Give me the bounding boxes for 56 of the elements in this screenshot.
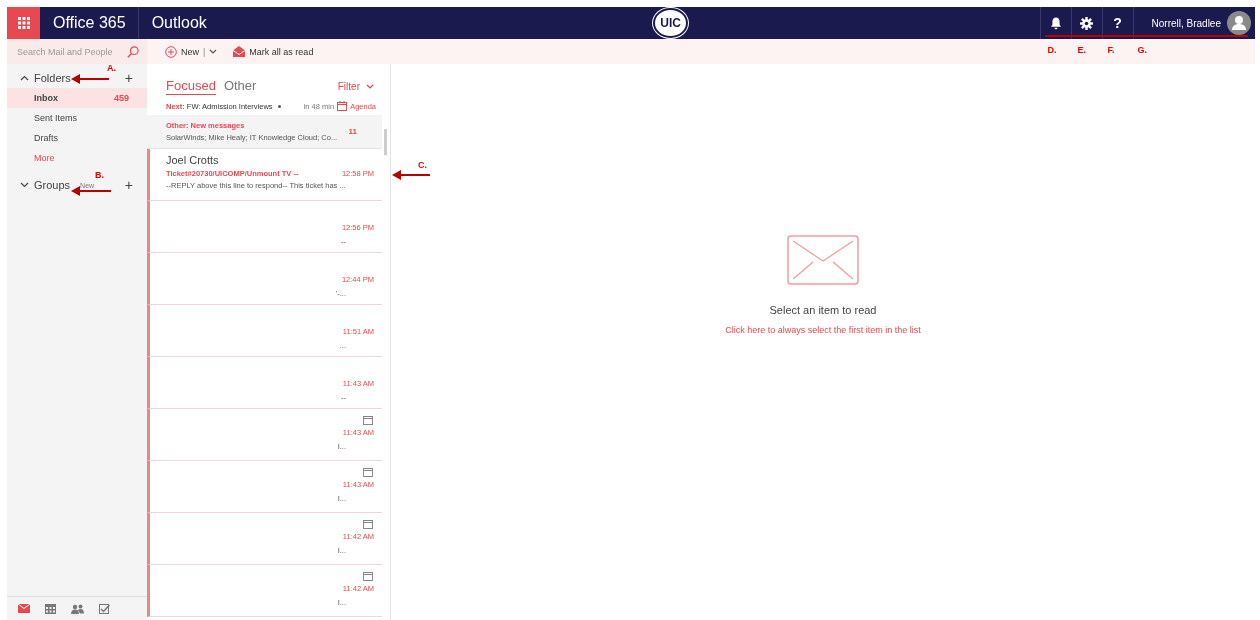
- search-box[interactable]: Search Mail and People: [7, 39, 147, 64]
- brand-name: Office 365: [53, 14, 126, 32]
- app-name: Outlook: [151, 14, 207, 32]
- empty-state-heading: Select an item to read: [769, 304, 877, 316]
- tasks-module-button[interactable]: [99, 603, 110, 614]
- envelope-icon: [18, 604, 30, 613]
- envelope-icon: [787, 235, 859, 285]
- chevron-down-icon[interactable]: [20, 182, 29, 188]
- app-launcher-button[interactable]: [7, 7, 40, 39]
- grid-icon: [17, 17, 30, 29]
- people-icon: [71, 603, 84, 614]
- annotation-label: D.: [1047, 45, 1057, 55]
- groups-heading[interactable]: Groups: [34, 179, 71, 191]
- folder-item[interactable]: Drafts: [7, 128, 147, 148]
- checkbox-icon: [99, 603, 110, 614]
- annotation-arrow: [71, 74, 109, 84]
- annotation-label: B.: [95, 170, 104, 180]
- filter-button[interactable]: Filter: [337, 81, 374, 92]
- more-link[interactable]: More: [7, 148, 55, 163]
- logo: UIC: [653, 8, 688, 38]
- annotation-label: C.: [418, 160, 427, 170]
- add-group-button[interactable]: +: [124, 177, 133, 193]
- annotation-label: G.: [1137, 45, 1147, 55]
- annotation-arrow: [392, 170, 430, 180]
- calendar-icon: [363, 467, 373, 477]
- calendar-icon: [45, 603, 56, 614]
- open-envelope-icon: [233, 46, 246, 57]
- annotation-label: A.: [107, 63, 116, 73]
- annotation-label: E.: [1077, 45, 1087, 55]
- calendar-icon: [363, 415, 373, 425]
- new-button[interactable]: New |: [165, 45, 218, 58]
- calendar-icon: [363, 519, 373, 529]
- calendar-icon: [337, 101, 348, 111]
- select-first-item-link[interactable]: Click here to always select the first item in the list: [725, 325, 921, 335]
- calendar-icon: [363, 571, 373, 581]
- mark-all-read-button[interactable]: Mark all as read: [233, 46, 314, 57]
- mail-module-button[interactable]: [18, 604, 30, 613]
- folders-heading[interactable]: Folders: [34, 72, 71, 84]
- chevron-up-icon[interactable]: [20, 75, 29, 81]
- annotation-label: F.: [1107, 45, 1116, 55]
- annotation-arrow: [71, 186, 111, 196]
- folder-item[interactable]: Sent Items: [7, 108, 147, 128]
- dot-icon: [277, 104, 281, 108]
- people-module-button[interactable]: [71, 603, 84, 614]
- avatar-icon: [1227, 11, 1251, 35]
- chevron-down-icon: [209, 49, 218, 54]
- calendar-module-button[interactable]: [45, 603, 56, 614]
- view-tab[interactable]: Other: [223, 78, 257, 95]
- bell-icon: [1049, 16, 1062, 30]
- chevron-down-icon: [366, 84, 374, 89]
- search-icon: [127, 45, 139, 58]
- view-tab[interactable]: Focused: [166, 78, 216, 95]
- add-folder-button[interactable]: +: [124, 70, 133, 86]
- folder-item[interactable]: Inbox 459: [7, 88, 147, 108]
- plus-circle-icon: [165, 45, 177, 58]
- settings-icon: [1080, 16, 1093, 30]
